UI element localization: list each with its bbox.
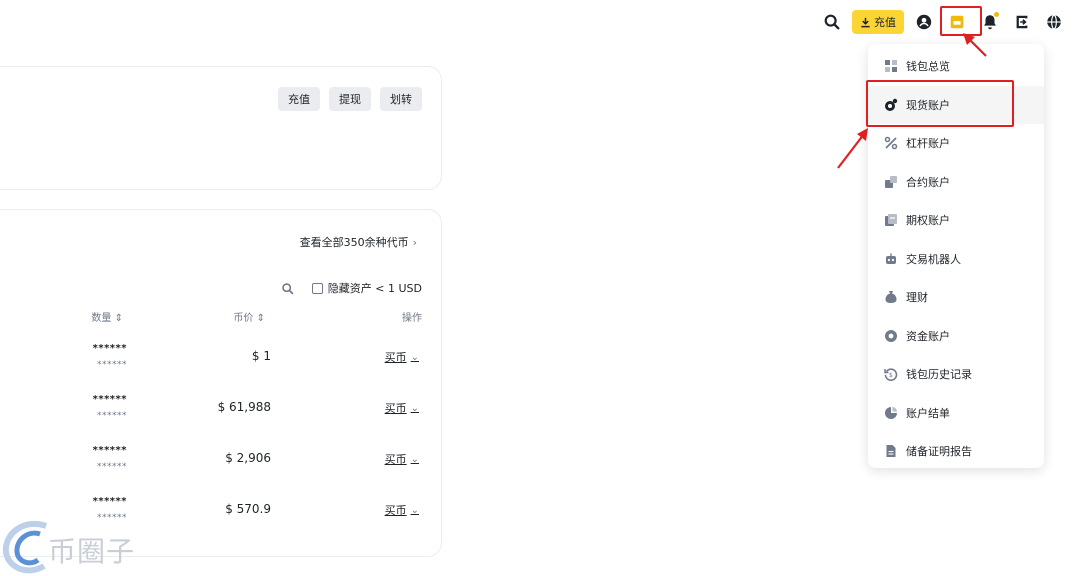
transfer-action-button[interactable]: 划转 bbox=[380, 87, 422, 111]
buy-button[interactable]: 买币 ⌄ bbox=[385, 349, 419, 365]
menu-item-label: 杠杆账户 bbox=[906, 137, 950, 151]
hide-small-assets-toggle[interactable]: 隐藏资产 < 1 USD bbox=[311, 280, 422, 296]
menu-item-margin-account[interactable]: 杠杆账户 bbox=[868, 124, 1044, 163]
menu-item-label: 现货账户 bbox=[906, 98, 950, 112]
price-value: $ 61,988 bbox=[217, 400, 271, 414]
menu-item-label: 资金账户 bbox=[906, 329, 950, 343]
earn-icon bbox=[885, 291, 897, 304]
price-value: $ 1 bbox=[251, 349, 271, 363]
search-icon[interactable] bbox=[281, 282, 294, 295]
top-navbar: 充值 bbox=[816, 6, 1070, 36]
options-icon bbox=[885, 214, 897, 227]
menu-item-funding-account[interactable]: 资金账户 bbox=[868, 317, 1044, 356]
asset-filter-row: 隐藏资产 < 1 USD bbox=[281, 280, 422, 296]
margin-icon bbox=[884, 137, 898, 150]
chevron-down-icon: ⌄ bbox=[410, 402, 419, 414]
menu-item-wallet-history[interactable]: $ 钱包历史记录 bbox=[868, 355, 1044, 394]
notification-dot bbox=[994, 12, 999, 17]
menu-item-label: 钱包历史记录 bbox=[906, 368, 972, 382]
menu-item-label: 合约账户 bbox=[906, 175, 950, 189]
qty-value: ****** bbox=[92, 445, 127, 456]
column-header-price[interactable]: 币价 ⇕ bbox=[233, 309, 265, 324]
menu-item-label: 账户结单 bbox=[906, 406, 950, 420]
column-header-action: 操作 bbox=[402, 313, 422, 324]
qty-sub-value: ****** bbox=[97, 462, 127, 472]
download-app-icon[interactable] bbox=[1006, 8, 1038, 36]
price-header-label: 币价 bbox=[233, 313, 254, 324]
menu-item-earn[interactable]: 理财 bbox=[868, 278, 1044, 317]
menu-item-label: 期权账户 bbox=[906, 214, 950, 228]
menu-item-spot-account[interactable]: 现货账户 bbox=[868, 85, 1044, 124]
watermark-text: 币圈子 bbox=[48, 535, 136, 568]
menu-item-futures-account[interactable]: 合约账户 bbox=[868, 163, 1044, 202]
svg-text:$: $ bbox=[889, 372, 893, 379]
globe-icon[interactable] bbox=[1038, 8, 1070, 36]
menu-item-label: 钱包总览 bbox=[906, 60, 950, 74]
chevron-down-icon: ⌄ bbox=[410, 504, 419, 516]
price-value: $ 570.9 bbox=[225, 502, 271, 516]
deposit-button[interactable]: 充值 bbox=[852, 10, 904, 34]
action-buttons: 充值 提现 划转 bbox=[278, 87, 422, 111]
price-value: $ 2,906 bbox=[225, 451, 271, 465]
buy-label: 买币 bbox=[384, 402, 407, 415]
watermark-logo: 币圈子 bbox=[0, 518, 150, 576]
column-header-qty[interactable]: 数量 ⇕ bbox=[91, 309, 123, 324]
menu-item-trading-bots[interactable]: 交易机器人 bbox=[868, 240, 1044, 279]
qty-header-label: 数量 bbox=[91, 313, 112, 324]
qty-value: ****** bbox=[92, 343, 127, 354]
qty-value: ****** bbox=[92, 496, 127, 507]
menu-item-label: 储备证明报告 bbox=[906, 445, 972, 459]
buy-button[interactable]: 买币 ⌄ bbox=[385, 502, 419, 518]
futures-icon bbox=[885, 175, 897, 188]
statement-icon bbox=[885, 406, 898, 419]
withdraw-action-button[interactable]: 提现 bbox=[329, 87, 371, 111]
buy-label: 买币 bbox=[384, 351, 407, 364]
sort-icon: ⇕ bbox=[256, 313, 265, 324]
buy-button[interactable]: 买币 ⌄ bbox=[385, 451, 419, 467]
view-all-label: 查看全部350余种代币 bbox=[299, 236, 409, 249]
menu-item-label: 交易机器人 bbox=[906, 252, 961, 266]
buy-label: 买币 bbox=[384, 453, 407, 466]
sort-icon: ⇕ bbox=[114, 313, 123, 324]
user-icon[interactable] bbox=[908, 8, 940, 36]
bell-icon[interactable] bbox=[974, 8, 1006, 36]
view-all-tokens-link[interactable]: 查看全部350余种代币 › bbox=[300, 234, 417, 250]
report-icon bbox=[886, 445, 896, 458]
deposit-action-button[interactable]: 充值 bbox=[278, 87, 320, 111]
table-row: ****** ****** $ 1 买币 ⌄ bbox=[0, 343, 441, 383]
chevron-right-icon: › bbox=[412, 235, 417, 249]
assets-card: 查看全部350余种代币 › 隐藏资产 < 1 USD 数量 ⇕ 币价 ⇕ 操作 … bbox=[0, 209, 442, 557]
history-icon: $ bbox=[884, 368, 898, 382]
menu-item-wallet-overview[interactable]: 钱包总览 bbox=[868, 47, 1044, 86]
wallet-overview-card: 充值 提现 划转 bbox=[0, 66, 442, 190]
chevron-down-icon: ⌄ bbox=[410, 453, 419, 465]
wallet-dropdown-menu: 钱包总览 现货账户 杠杆账户 合约账户 期权账户 交易机器人 理财 资金账户 $… bbox=[868, 44, 1044, 468]
buy-button[interactable]: 买币 ⌄ bbox=[385, 400, 419, 416]
deposit-label: 充值 bbox=[874, 16, 896, 29]
buy-label: 买币 bbox=[384, 504, 407, 517]
hide-small-assets-label: 隐藏资产 < 1 USD bbox=[327, 282, 422, 295]
grid-icon bbox=[885, 60, 897, 73]
funding-icon bbox=[885, 329, 897, 342]
robot-icon bbox=[886, 253, 896, 264]
table-row: ****** ****** $ 2,906 买币 ⌄ bbox=[0, 445, 441, 485]
menu-item-proof-of-reserves[interactable]: 储备证明报告 bbox=[868, 432, 1044, 471]
menu-item-label: 理财 bbox=[906, 291, 928, 305]
chevron-down-icon: ⌄ bbox=[410, 351, 419, 363]
menu-item-options-account[interactable]: 期权账户 bbox=[868, 201, 1044, 240]
download-icon bbox=[861, 17, 870, 27]
arrow-to-spot-account bbox=[837, 128, 868, 169]
qty-sub-value: ****** bbox=[97, 411, 127, 421]
menu-item-account-statement[interactable]: 账户结单 bbox=[868, 394, 1044, 433]
table-row: ****** ****** $ 61,988 买币 ⌄ bbox=[0, 394, 441, 434]
spot-icon bbox=[885, 98, 898, 111]
qty-sub-value: ****** bbox=[97, 360, 127, 370]
wallet-icon[interactable] bbox=[940, 6, 982, 36]
qty-value: ****** bbox=[92, 394, 127, 405]
search-icon[interactable] bbox=[816, 8, 848, 36]
hide-small-assets-checkbox[interactable] bbox=[311, 282, 323, 294]
